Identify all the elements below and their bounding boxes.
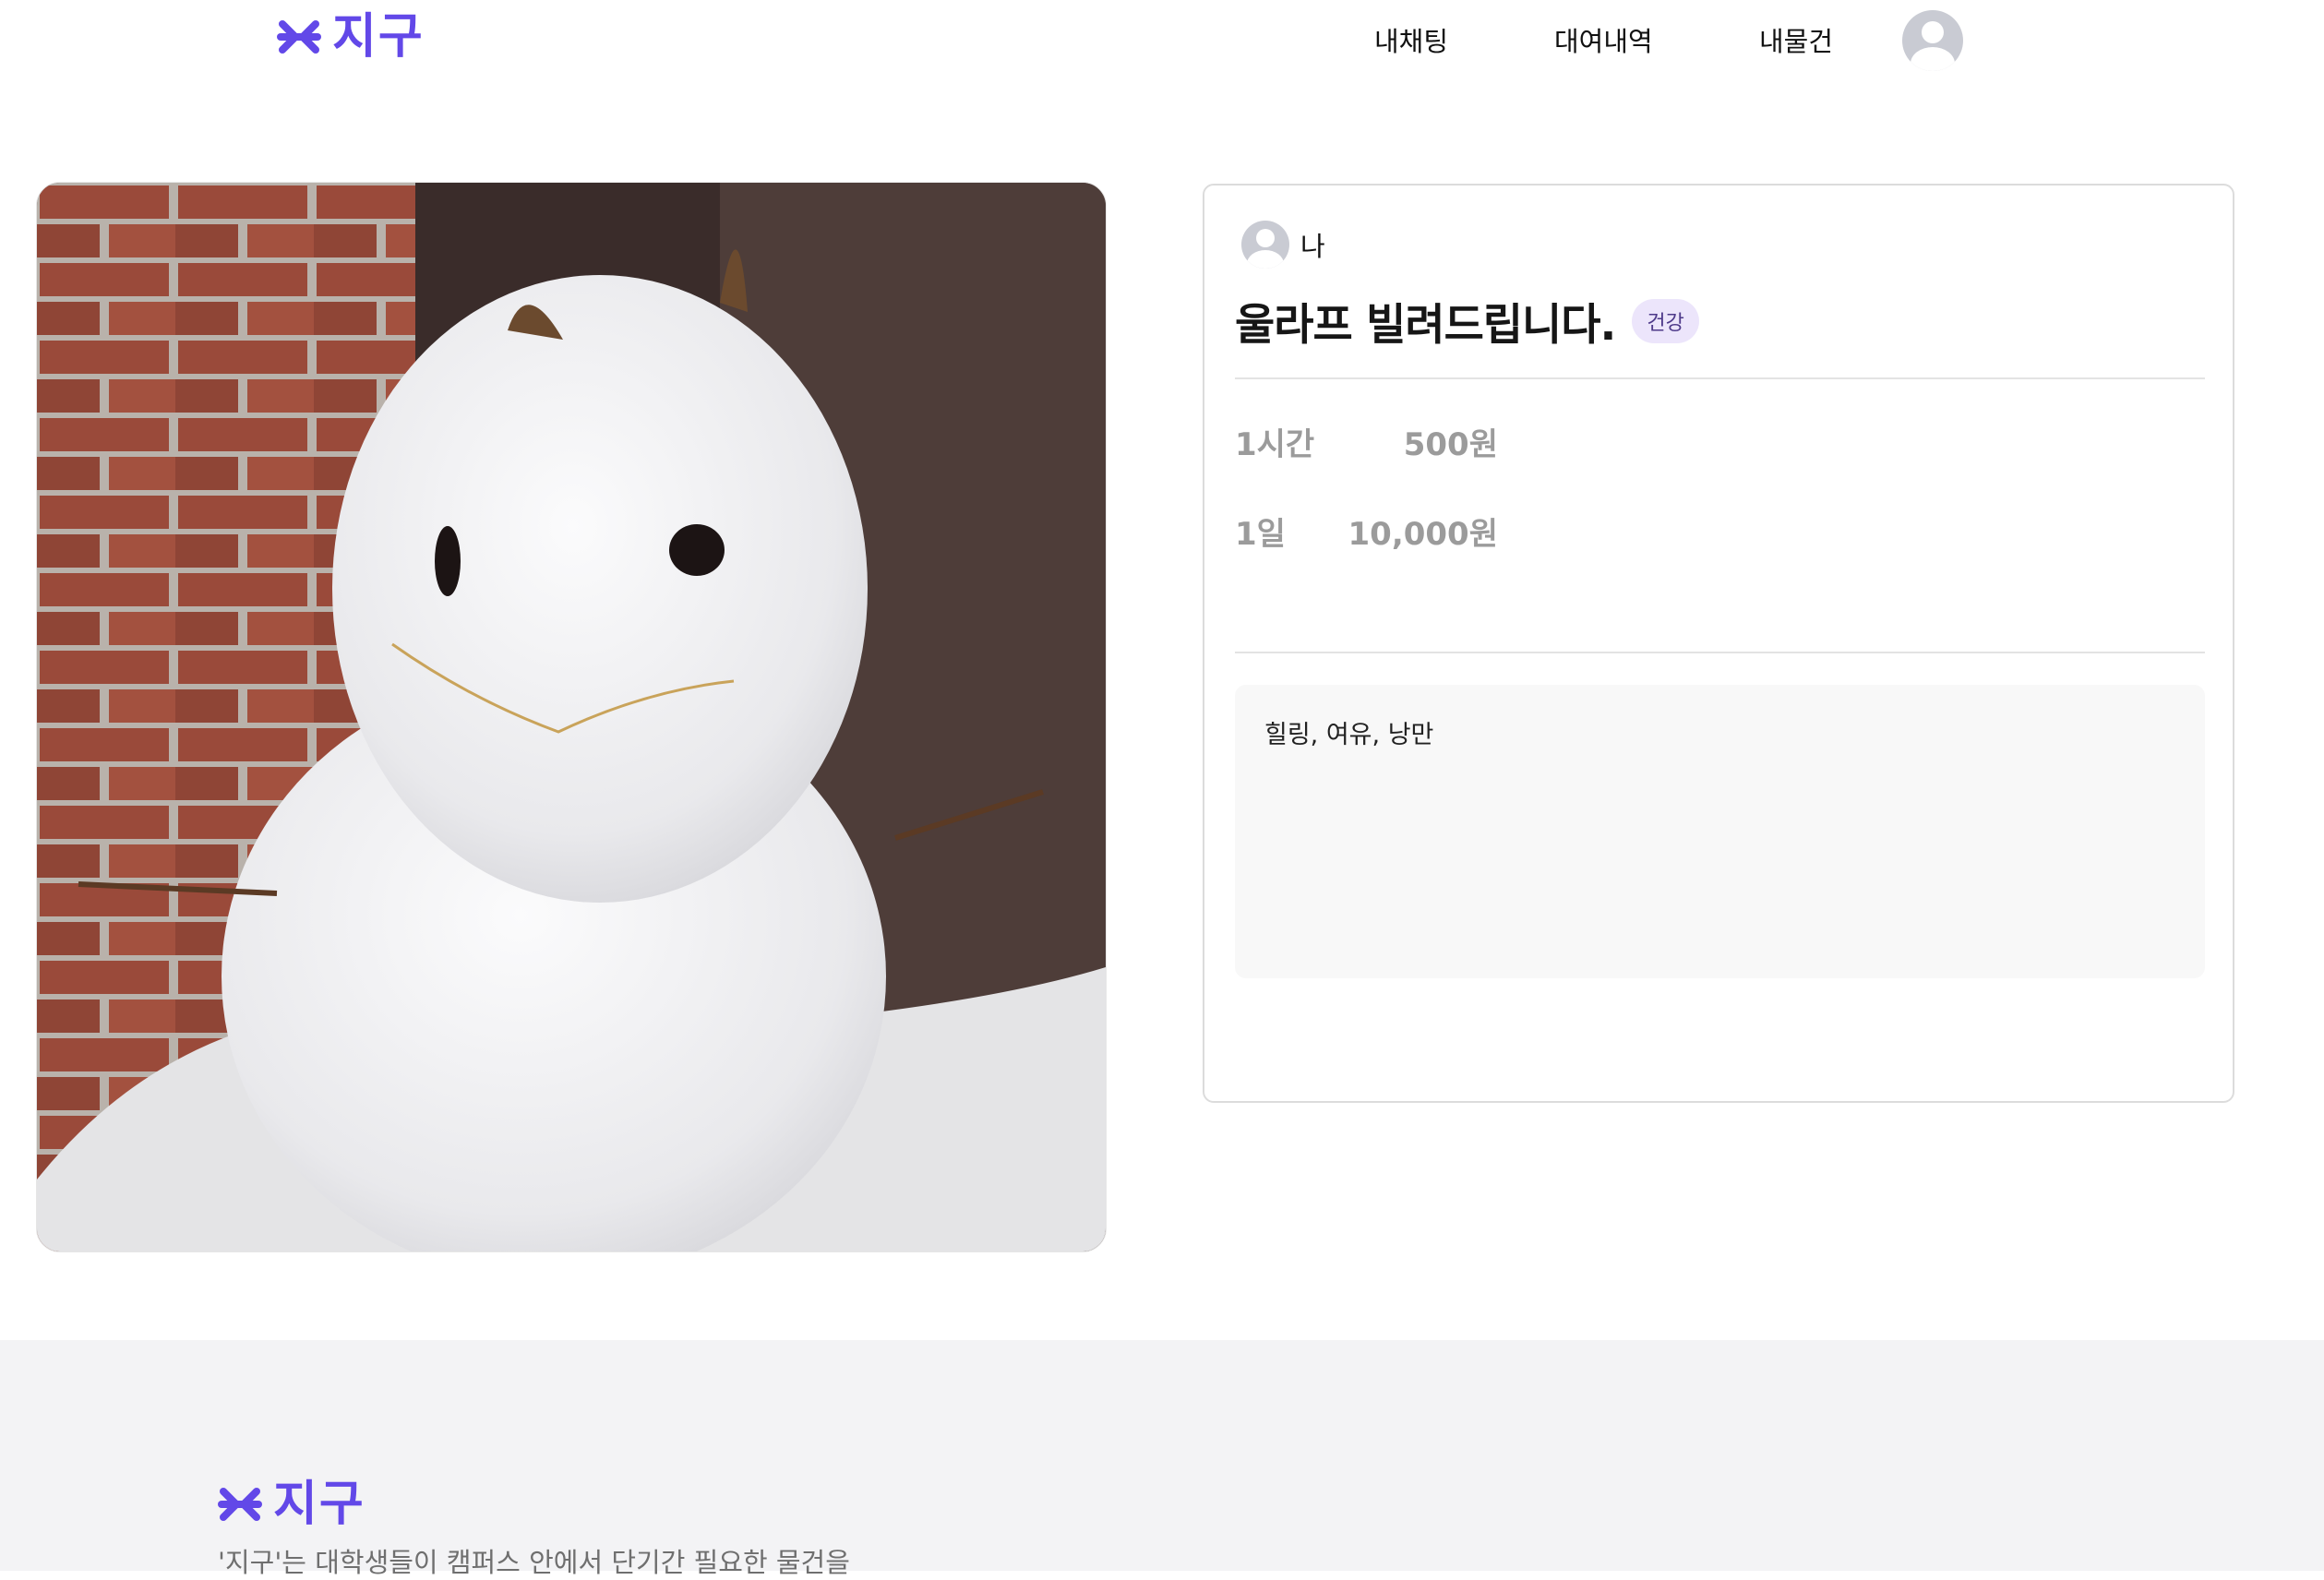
price-value: 500원	[1403, 426, 1498, 463]
footer-tagline: '지구'는 대학생들이 캠퍼스 안에서 단기간 필요한 물건을	[218, 1547, 850, 1578]
divider-bottom	[1235, 652, 2205, 653]
item-detail-card: 나 울라프 빌려드립니다. 건강 1시간 500원 1일 10,000원 힐링,…	[1203, 184, 2234, 1103]
owner-avatar-body	[1247, 250, 1284, 269]
logo-text: 지구	[332, 9, 425, 65]
description-box: 힐링, 여유, 낭만	[1235, 685, 2205, 978]
snowman-photo	[37, 183, 1106, 1251]
asterisk-logo-icon	[218, 1488, 262, 1521]
category-badge: 건강	[1632, 298, 1699, 343]
title-row: 울라프 빌려드립니다. 건강	[1235, 289, 1699, 353]
footer-logo[interactable]: 지구	[218, 1480, 365, 1528]
nav-my-chat[interactable]: 내채팅	[1374, 20, 1448, 59]
nav-rental-history[interactable]: 대여내역	[1554, 20, 1653, 59]
item-description: 힐링, 여유, 낭만	[1264, 721, 1434, 749]
nav-my-items[interactable]: 내물건	[1759, 20, 1833, 59]
owner-avatar-icon	[1241, 221, 1289, 269]
item-title: 울라프 빌려드립니다.	[1235, 300, 1616, 351]
profile-avatar-icon[interactable]	[1902, 10, 1963, 71]
footer-logo-text: 지구	[273, 1477, 365, 1532]
owner-info[interactable]: 나	[1241, 221, 1325, 269]
avatar-body	[1911, 47, 1955, 71]
avatar-head	[1922, 21, 1944, 43]
price-value: 10,000원	[1348, 516, 1498, 553]
divider-top	[1235, 377, 2205, 379]
footer	[0, 1340, 2324, 1571]
owner-name: 나	[1300, 231, 1325, 262]
owner-avatar-head	[1256, 229, 1275, 247]
item-photo	[36, 182, 1107, 1252]
header-logo[interactable]: 지구	[277, 13, 425, 61]
asterisk-logo-icon	[277, 20, 321, 54]
